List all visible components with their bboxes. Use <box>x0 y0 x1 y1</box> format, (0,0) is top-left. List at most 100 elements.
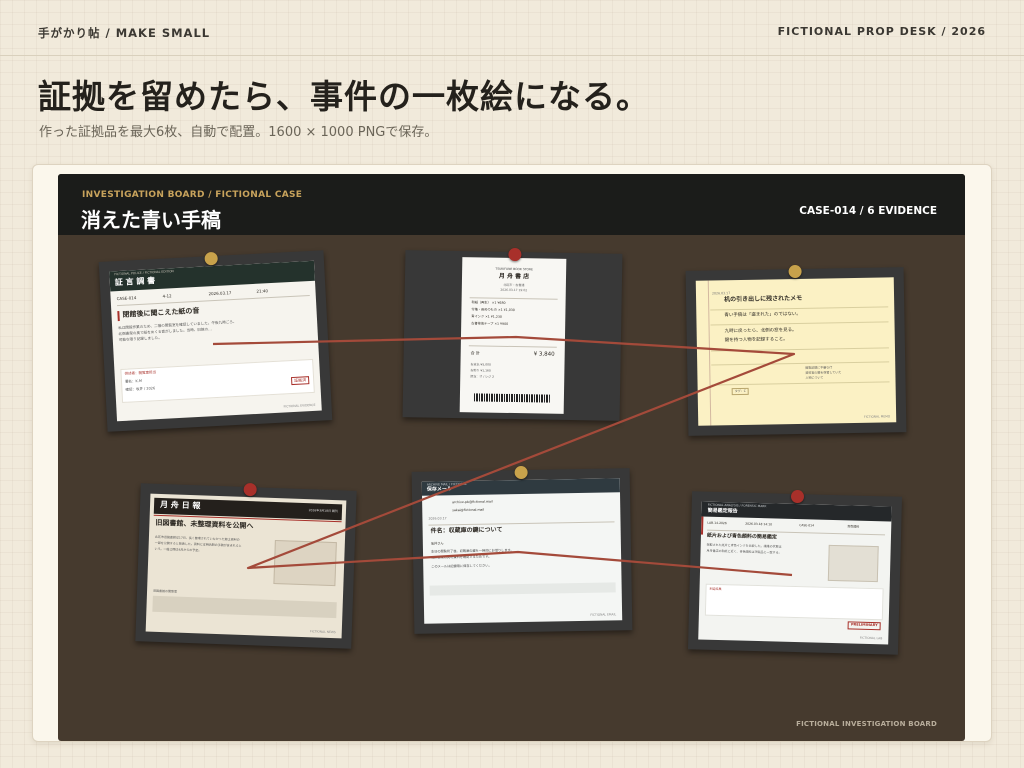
divider <box>469 297 558 300</box>
receipt-shop: 月 舟 書 店 <box>498 272 530 281</box>
email-label: 保存メール <box>426 486 452 493</box>
report-paper: FICTIONAL ANALYSIS / FORENSIC MARK 簡易鑑定報… <box>698 501 892 645</box>
email-body-1: 本日の閲覧終了後、収蔵庫の鍵を一時的にお借りします。 <box>430 548 514 554</box>
newspaper-footer-box <box>152 595 337 619</box>
top-bar: 手がかり帖 / MAKE SMALL FICTIONAL PROP DESK /… <box>0 0 1024 56</box>
receipt-item-1: 和紙（再生） ×1 ¥680 <box>471 300 506 305</box>
memo-title: 机の引き出しに残されたメモ <box>724 294 803 304</box>
report-meta-3: CASE-014 <box>799 523 815 528</box>
pin-icon <box>788 264 802 279</box>
report-meta-4: 青色顔料 <box>847 524 860 529</box>
evidence-card-memo[interactable]: 2026.03.17 机の引き出しに残されたメモ 青い手稿は「盗まれた」のではな… <box>685 264 907 436</box>
testimony-footer: FICTIONAL EVIDENCE <box>283 402 316 409</box>
receipt-pay-3: 担当：オ / レジ 2 <box>470 374 495 379</box>
evidence-card-testimony[interactable]: FICTIONAL POLICE / FICTIONAL EDITION 証 言… <box>98 250 333 432</box>
testimony-title: 証 言 調 書 <box>114 276 156 288</box>
barcode-icon <box>473 393 550 403</box>
testimony-meta-case: CASE-014 <box>116 295 137 302</box>
newspaper-paper: 月 舟 日 報 2026年3月18日 朝刊 旧図書館、未整理資料を公開へ 北区市… <box>145 493 347 639</box>
report-body-2: 月舟書店の和紙と近く、青色顔料は市販品と一致する。 <box>706 548 782 555</box>
desk-label: FICTIONAL PROP DESK / 2026 <box>777 25 986 38</box>
receipt-item-2: 付箋・長めのもの ×1 ¥1,030 <box>471 307 515 313</box>
receipt-shop-en: TSUKIFUNE BOOK STORE <box>495 266 533 272</box>
email-body-2: 北側書架の奥の資料を確認するためです。 <box>431 554 492 560</box>
divider <box>468 345 557 348</box>
testimony-body-3: 可能な限り記録しました。 <box>118 335 162 343</box>
email-subject: 件名：収蔵庫の鍵について <box>430 526 503 535</box>
pin-icon <box>204 251 219 266</box>
report-headline: 紙片および青色顔料の簡易鑑定 <box>706 532 778 541</box>
receipt-paper: TSUKIFUNE BOOK STORE 月 舟 書 店 北区市・古書通 202… <box>459 257 567 414</box>
report-result-box: 判定結果 <box>704 583 884 621</box>
email-from: archive-pb@fictional.mail <box>452 499 493 505</box>
receipt-total-label: 合 計 <box>470 350 481 356</box>
email-body-3: このメールは記録用に保存してください。 <box>431 563 492 569</box>
testimony-paper: FICTIONAL POLICE / FICTIONAL EDITION 証 言… <box>109 260 322 422</box>
pin-icon <box>514 465 528 480</box>
receipt-pay-2: お釣り ¥1,160 <box>470 368 491 373</box>
evidence-card-receipt[interactable]: TSUKIFUNE BOOK STORE 月 舟 書 店 北区市・古書通 202… <box>402 247 623 421</box>
testimony-meta-no: 4-12 <box>162 293 172 299</box>
receipt-item-4: 古書修復テープ ×1 ¥900 <box>471 321 509 326</box>
memo-line-1: 青い手稿は「盗まれた」のではない。 <box>724 311 801 319</box>
ruled-line <box>711 381 890 386</box>
newspaper-edition: 2026年3月18日 朝刊 <box>308 508 339 514</box>
accent-bar <box>700 516 704 535</box>
testimony-notes-box: 供述者：閲覧室担当 署名：K.M 確認：坂井 / 2026 証拠済 <box>120 358 315 403</box>
memo-paper: 2026.03.17 机の引き出しに残されたメモ 青い手稿は「盗まれた」のではな… <box>695 277 897 426</box>
memo-tag: タグ：C <box>731 387 749 396</box>
receipt-total: ¥ 3,840 <box>533 351 555 358</box>
testimony-stamp: 証拠済 <box>290 376 310 386</box>
hero-subtitle: 作った証拠品を最大6枚、自動で配置。1600 × 1000 PNGで保存。 <box>39 125 438 140</box>
report-result-label: 判定結果 <box>709 586 722 592</box>
ruled-line <box>710 347 889 352</box>
testimony-meta-date: 2026.03.17 <box>208 290 232 297</box>
receipt-pay-1: お支払 ¥5,000 <box>470 362 491 367</box>
photo-placeholder-icon <box>273 539 337 587</box>
board-subtitle: INVESTIGATION BOARD / FICTIONAL CASE <box>82 190 303 200</box>
evidence-card-newspaper[interactable]: 月 舟 日 報 2026年3月18日 朝刊 旧図書館、未整理資料を公開へ 北区市… <box>135 482 357 649</box>
newspaper-headline: 旧図書館、未整理資料を公開へ <box>155 518 254 531</box>
email-signature-box <box>429 582 616 596</box>
board-footer: FICTIONAL INVESTIGATION BOARD <box>796 720 937 728</box>
email-header-band: ARCHIVE MAIL / FICTIONAL 保存メール <box>421 478 620 496</box>
accent-bar <box>117 310 120 322</box>
email-date: 2026.03.17 <box>428 516 447 521</box>
report-title: 簡易鑑定報告 <box>707 507 738 515</box>
brand-label: 手がかり帖 / MAKE SMALL <box>38 26 211 40</box>
memo-footer: FICTIONAL MEMO <box>863 414 891 419</box>
email-greeting: 坂井さん <box>430 541 444 546</box>
report-stamp: PRELIMINARY <box>847 621 881 631</box>
report-footer: FICTIONAL LAB <box>859 635 883 641</box>
evidence-card-report[interactable]: FICTIONAL ANALYSIS / FORENSIC MARK 簡易鑑定報… <box>687 489 903 655</box>
testimony-note-2: 署名：K.M <box>124 378 143 384</box>
pin-icon <box>790 489 805 504</box>
testimony-note-3: 確認：坂井 / 2026 <box>125 386 156 392</box>
testimony-org: FICTIONAL POLICE / FICTIONAL EDITION <box>114 269 174 277</box>
memo-note-3: 人物について <box>805 375 824 380</box>
memo-margin-line <box>707 280 712 426</box>
newspaper-caption: 旧図書館の閲覧室 <box>153 588 178 594</box>
report-meta-1: LAB-14-2026 <box>707 520 727 526</box>
newspaper-footer: FICTIONAL NEWS <box>309 628 336 634</box>
email-footer: FICTIONAL EMAIL <box>590 612 617 617</box>
testimony-headline: 閉館後に聞こえた紙の音 <box>122 306 200 319</box>
newspaper-masthead-band: 月 舟 日 報 2026年3月18日 朝刊 <box>153 497 343 521</box>
testimony-header-band: FICTIONAL POLICE / FICTIONAL EDITION 証 言… <box>109 260 315 292</box>
evidence-card-email[interactable]: ARCHIVE MAIL / FICTIONAL 保存メール archive-p… <box>411 465 633 634</box>
hero-title: 証拠を留めたら、事件の一枚絵になる。 <box>38 77 650 116</box>
testimony-note-1: 供述者：閲覧室担当 <box>124 370 157 376</box>
email-paper: ARCHIVE MAIL / FICTIONAL 保存メール archive-p… <box>421 478 623 624</box>
report-meta-2: 2026.03.18 14:10 <box>745 521 773 527</box>
divider <box>116 295 310 307</box>
memo-line-3: 鍵を持つ人物を記録すること。 <box>724 337 788 344</box>
newspaper-masthead: 月 舟 日 報 <box>159 499 201 511</box>
email-to: sakai@fictional.mail <box>452 507 485 513</box>
receipt-item-3: 青インク ×1 ¥1,230 <box>471 314 503 319</box>
board-header: INVESTIGATION BOARD / FICTIONAL CASE 消えた… <box>58 174 965 235</box>
memo-line-2: 九時に戻ったら、北側の窓を見る。 <box>724 327 797 335</box>
divider <box>428 521 615 526</box>
report-header-band: FICTIONAL ANALYSIS / FORENSIC MARK 簡易鑑定報… <box>701 501 892 522</box>
sample-photo-icon <box>827 544 879 583</box>
newspaper-body-3: いう。一般公開は4月からの予定。 <box>154 546 202 553</box>
